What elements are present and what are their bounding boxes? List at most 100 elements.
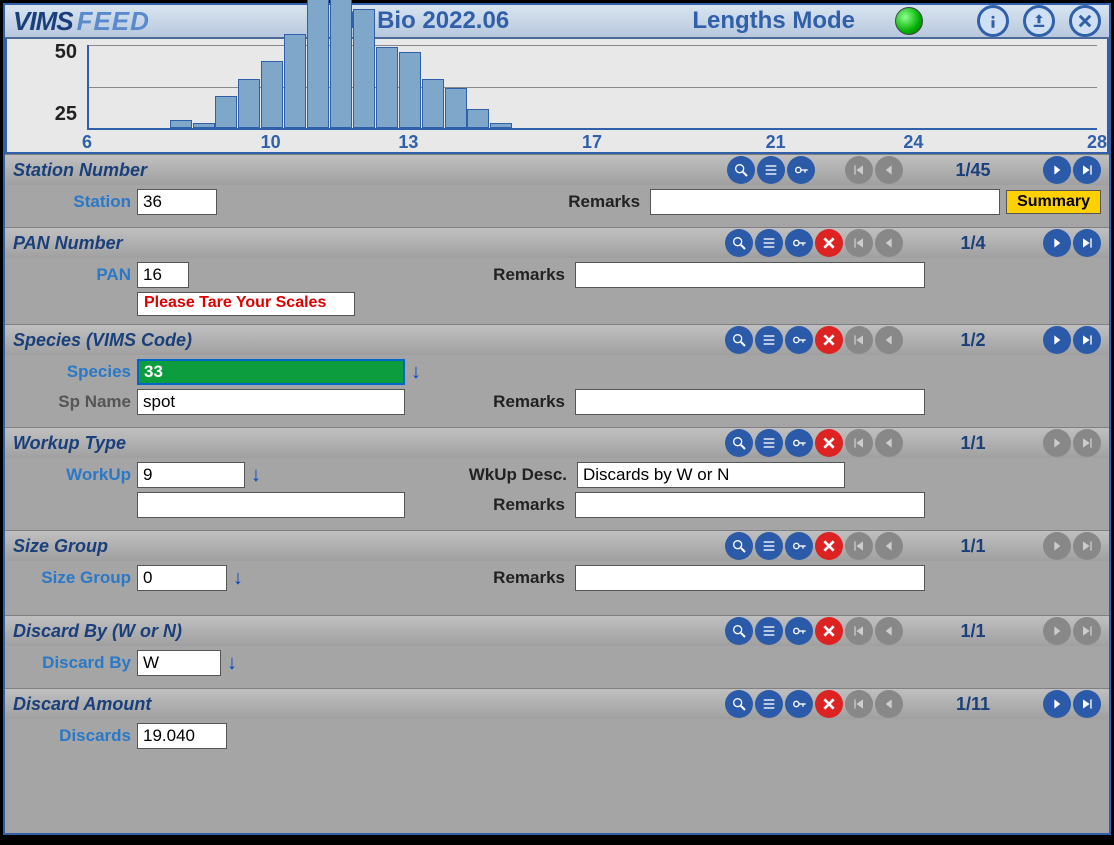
wkup-desc-input[interactable] [577, 462, 845, 488]
summary-button[interactable]: Summary [1006, 190, 1101, 214]
list-button[interactable] [755, 617, 783, 645]
x-icon [821, 538, 837, 554]
remarks-input[interactable] [575, 262, 925, 288]
info-button[interactable] [977, 5, 1009, 37]
remarks-input[interactable] [575, 389, 925, 415]
app-window: VIMS FEED CM Bio 2022.06 Lengths Mode 50… [3, 3, 1111, 835]
row: Discards [13, 723, 1101, 749]
pan-input[interactable] [137, 262, 189, 288]
station-input[interactable] [137, 189, 217, 215]
delete-button[interactable] [815, 617, 843, 645]
last-button[interactable] [1073, 229, 1101, 257]
next-button[interactable] [1043, 617, 1071, 645]
key-icon [791, 538, 807, 554]
chevron-right-icon [1049, 162, 1065, 178]
next-button[interactable] [1043, 690, 1071, 718]
next-button[interactable] [1043, 532, 1071, 560]
workup-input[interactable] [137, 462, 245, 488]
remarks-input[interactable] [575, 492, 925, 518]
section-body: Discard By ↓ [5, 646, 1109, 688]
key-button[interactable] [785, 326, 813, 354]
chevron-down-icon[interactable]: ↓ [233, 567, 253, 590]
next-button[interactable] [1043, 229, 1071, 257]
search-button[interactable] [725, 690, 753, 718]
list-button[interactable] [757, 156, 785, 184]
chevron-down-icon[interactable]: ↓ [251, 464, 271, 487]
chevron-left-icon [881, 623, 897, 639]
export-button[interactable] [1023, 5, 1055, 37]
close-button[interactable] [1069, 5, 1101, 37]
search-button[interactable] [725, 617, 753, 645]
search-button[interactable] [725, 532, 753, 560]
remarks-input[interactable] [650, 189, 1000, 215]
first-icon [851, 162, 867, 178]
list-icon [761, 538, 777, 554]
pager: 1/45 [923, 160, 1023, 181]
delete-button[interactable] [815, 429, 843, 457]
list-button[interactable] [755, 429, 783, 457]
first-icon [851, 623, 867, 639]
key-button[interactable] [785, 690, 813, 718]
species-input[interactable] [137, 359, 405, 385]
first-button[interactable] [845, 532, 873, 560]
delete-button[interactable] [815, 690, 843, 718]
search-button[interactable] [725, 429, 753, 457]
prev-button[interactable] [875, 429, 903, 457]
spname-input[interactable] [137, 389, 405, 415]
workup-extra-input[interactable] [137, 492, 405, 518]
prev-button[interactable] [875, 532, 903, 560]
search-button[interactable] [725, 229, 753, 257]
delete-button[interactable] [815, 532, 843, 560]
row: Discard By ↓ [13, 650, 1101, 676]
list-button[interactable] [755, 326, 783, 354]
first-button[interactable] [845, 229, 873, 257]
section-body: WorkUp ↓ WkUp Desc. Remarks [5, 458, 1109, 530]
chevron-down-icon[interactable]: ↓ [411, 361, 431, 384]
next-button[interactable] [1043, 326, 1071, 354]
section-body: Size Group ↓ Remarks [5, 561, 1109, 615]
section-body: PAN Remarks Please Tare Your Scales [5, 258, 1109, 324]
last-button[interactable] [1073, 532, 1101, 560]
section-species: Species (VIMS Code) 1/2 Species [5, 324, 1109, 427]
delete-button[interactable] [815, 229, 843, 257]
prev-button[interactable] [875, 326, 903, 354]
discardby-input[interactable] [137, 650, 221, 676]
last-button[interactable] [1073, 617, 1101, 645]
last-button[interactable] [1073, 429, 1101, 457]
key-button[interactable] [787, 156, 815, 184]
first-button[interactable] [845, 617, 873, 645]
list-button[interactable] [755, 229, 783, 257]
last-button[interactable] [1073, 156, 1101, 184]
first-button[interactable] [845, 429, 873, 457]
last-button[interactable] [1073, 690, 1101, 718]
key-button[interactable] [785, 617, 813, 645]
key-button[interactable] [785, 532, 813, 560]
next-button[interactable] [1043, 429, 1071, 457]
last-button[interactable] [1073, 326, 1101, 354]
first-button[interactable] [845, 690, 873, 718]
chart-bar [307, 0, 329, 128]
list-button[interactable] [755, 690, 783, 718]
prev-button[interactable] [875, 229, 903, 257]
prev-button[interactable] [875, 690, 903, 718]
first-button[interactable] [845, 326, 873, 354]
prev-button[interactable] [875, 156, 903, 184]
remarks-input[interactable] [575, 565, 925, 591]
next-button[interactable] [1043, 156, 1071, 184]
chevron-down-icon[interactable]: ↓ [227, 652, 247, 675]
discards-input[interactable] [137, 723, 227, 749]
key-icon [791, 435, 807, 451]
key-button[interactable] [785, 229, 813, 257]
search-button[interactable] [725, 326, 753, 354]
first-button[interactable] [845, 156, 873, 184]
last-icon [1079, 623, 1095, 639]
last-icon [1079, 162, 1095, 178]
sizegroup-input[interactable] [137, 565, 227, 591]
search-button[interactable] [727, 156, 755, 184]
delete-button[interactable] [815, 326, 843, 354]
list-button[interactable] [755, 532, 783, 560]
key-button[interactable] [785, 429, 813, 457]
toolbar-group [725, 429, 903, 457]
x-icon [821, 623, 837, 639]
prev-button[interactable] [875, 617, 903, 645]
